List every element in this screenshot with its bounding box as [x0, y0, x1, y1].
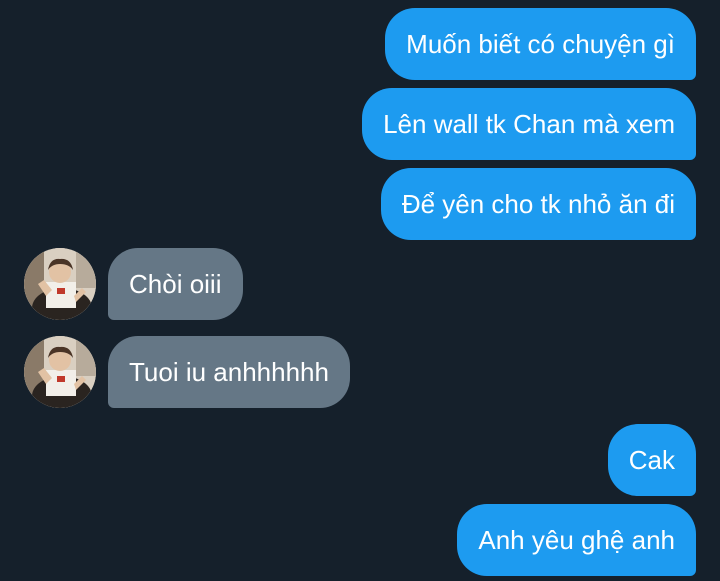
message-bubble-incoming[interactable]: Chòi oiii — [108, 248, 243, 320]
sender-avatar-icon[interactable] — [24, 248, 96, 320]
sender-avatar-icon[interactable] — [24, 336, 96, 408]
message-text: Lên wall tk Chan mà xem — [383, 109, 675, 139]
message-bubble-incoming[interactable]: Tuoi iu anhhhhhh — [108, 336, 350, 408]
message-text: Muốn biết có chuyện gì — [406, 29, 675, 59]
message-bubble-outgoing[interactable]: Lên wall tk Chan mà xem — [362, 88, 696, 160]
message-bubble-outgoing[interactable]: Để yên cho tk nhỏ ăn đi — [380, 168, 696, 240]
message-text: Anh yêu ghệ anh — [478, 525, 675, 555]
message-text: Cak — [628, 445, 675, 475]
message-bubble-outgoing[interactable]: Anh yêu ghệ anh — [457, 504, 696, 576]
message-text: Chòi oiii — [129, 269, 222, 299]
avatar-photo-icon — [24, 336, 96, 408]
message-text: Để yên cho tk nhỏ ăn đi — [401, 189, 675, 219]
message-bubble-outgoing[interactable]: Cak — [607, 424, 696, 496]
message-bubble-outgoing[interactable]: Muốn biết có chuyện gì — [385, 8, 696, 80]
avatar-photo-icon — [24, 248, 96, 320]
message-text: Tuoi iu anhhhhhh — [129, 357, 329, 387]
